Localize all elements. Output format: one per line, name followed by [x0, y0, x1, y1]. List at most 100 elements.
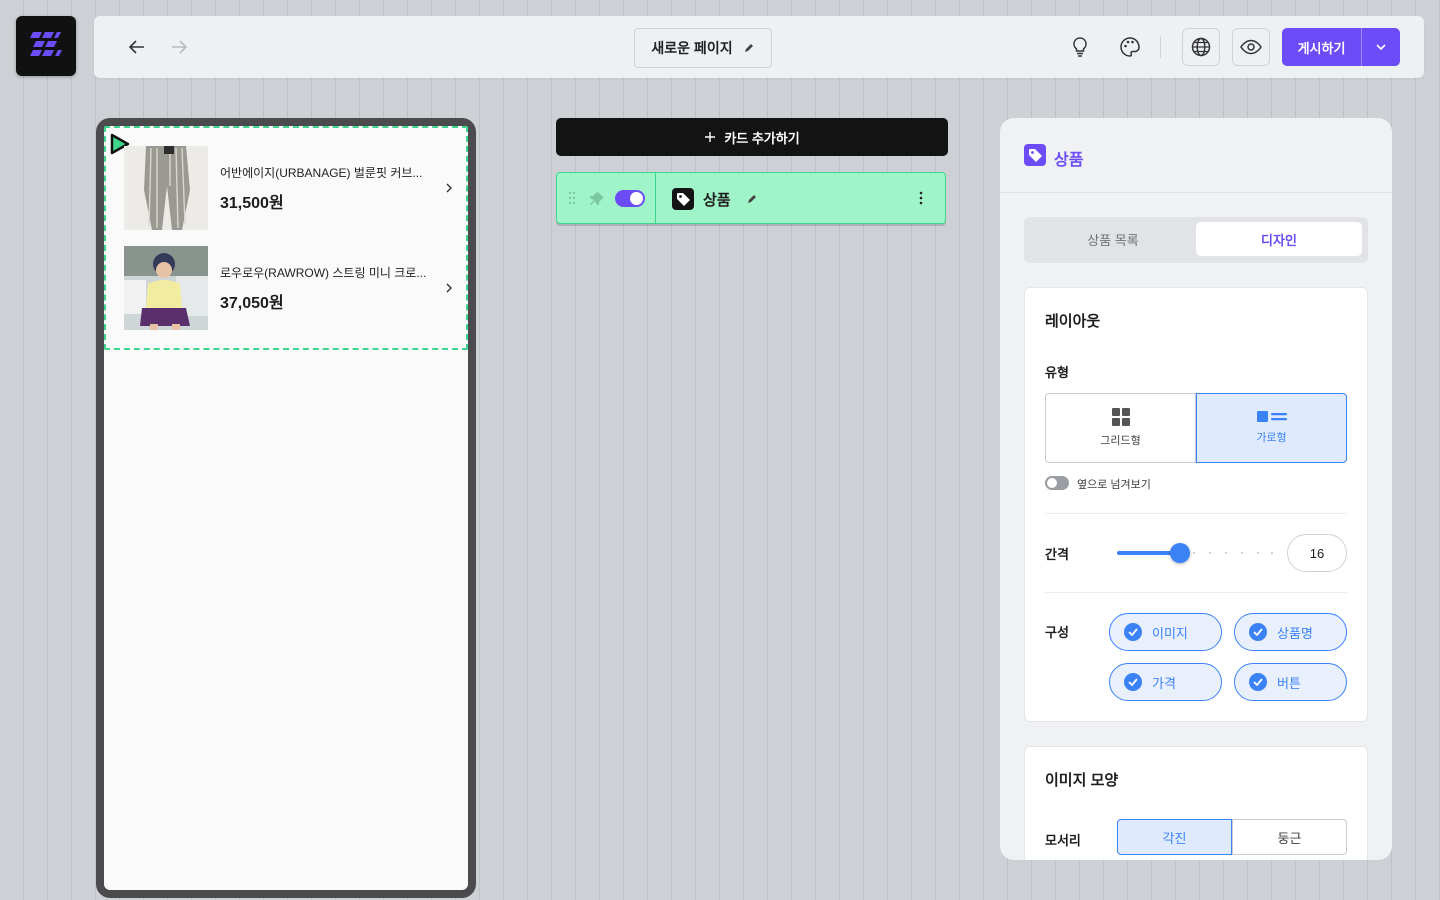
product-name: 로우로우(RAWROW) 스트링 미니 크로... — [220, 265, 427, 280]
product-image-2 — [124, 246, 208, 330]
block-visibility-toggle[interactable] — [615, 190, 645, 207]
product-photo — [124, 246, 208, 330]
pencil-icon[interactable] — [746, 193, 758, 205]
composition-label: 구성 — [1045, 625, 1069, 640]
layout-horizontal-option[interactable]: 가로형 — [1196, 393, 1347, 463]
chip-label: 이미지 — [1152, 625, 1188, 641]
toolbar-divider — [1160, 36, 1161, 58]
publish-button[interactable]: 게시하기 — [1282, 28, 1362, 66]
block-controls — [557, 173, 656, 223]
corner-square-option[interactable]: 각진 — [1117, 819, 1232, 855]
toggle-knob — [630, 192, 643, 205]
corner-round-option[interactable]: 둥근 — [1232, 819, 1347, 855]
lightbulb-icon — [1073, 37, 1087, 57]
product-photo — [124, 146, 208, 230]
hint-button[interactable] — [1063, 30, 1097, 64]
chevron-right-icon — [446, 283, 452, 293]
back-button[interactable] — [122, 32, 152, 62]
product-info-2: 로우로우(RAWROW) 스트링 미니 크로... 37,050원 — [220, 264, 432, 313]
corner-label: 모서리 — [1045, 833, 1081, 848]
preview-button[interactable] — [1232, 28, 1270, 66]
section-divider — [1045, 592, 1347, 593]
slider-tick — [1241, 552, 1243, 554]
eye-icon — [1240, 39, 1262, 55]
type-label: 유형 — [1045, 365, 1069, 380]
product-name: 어반에이지(URBANAGE) 벌룬핏 커브... — [220, 165, 423, 180]
add-card-label: 카드 추가하기 — [724, 130, 800, 146]
mobile-preview: 어반에이지(URBANAGE) 벌룬핏 커브... 31,500원 로우로우(R… — [96, 118, 476, 898]
layout-grid-option[interactable]: 그리드형 — [1045, 393, 1196, 463]
panel-tabs: 상품 목록 디자인 — [1024, 217, 1368, 263]
palette-icon — [1120, 37, 1140, 57]
image-shape-title: 이미지 모양 — [1045, 772, 1119, 789]
more-vertical-icon[interactable] — [919, 191, 923, 205]
swipe-label: 옆으로 넘겨보기 — [1077, 479, 1151, 491]
check-circle-icon — [1124, 623, 1142, 641]
block-card-products[interactable]: 상품 — [556, 172, 946, 224]
slider-tick — [1209, 552, 1211, 554]
panel-header: 상품 — [1000, 118, 1392, 193]
theme-button[interactable] — [1113, 30, 1147, 64]
forward-button[interactable] — [164, 32, 194, 62]
slider-tick — [1257, 552, 1259, 554]
toggle-knob — [1047, 478, 1057, 488]
app-logo[interactable] — [16, 16, 76, 76]
image-shape-section: 이미지 모양 모서리 각진 둥근 — [1024, 746, 1368, 860]
tag-icon — [1024, 144, 1046, 166]
tab-design[interactable]: 디자인 — [1196, 222, 1362, 256]
grid-icon — [1111, 408, 1130, 426]
panel-title: 상품 — [1054, 152, 1084, 169]
layout-horizontal-label: 가로형 — [1256, 432, 1287, 444]
pencil-icon — [744, 44, 753, 52]
product-image-1 — [124, 146, 208, 230]
check-circle-icon — [1124, 673, 1142, 691]
block-title: 상품 — [703, 192, 731, 209]
check-circle-icon — [1249, 673, 1267, 691]
plus-icon — [705, 132, 716, 142]
chip-label: 상품명 — [1277, 625, 1313, 641]
section-divider — [1045, 513, 1347, 514]
composition-price-chip[interactable]: 가격 — [1109, 663, 1222, 701]
arrow-right-icon — [172, 40, 188, 54]
chevron-right-icon — [446, 183, 452, 193]
add-card-button[interactable]: 카드 추가하기 — [556, 118, 948, 156]
publish-options-button[interactable] — [1362, 28, 1400, 66]
slider-thumb[interactable] — [1170, 543, 1190, 563]
product-info-1: 어반에이지(URBANAGE) 벌룬핏 커브... 31,500원 — [220, 164, 432, 213]
chevron-down-icon — [1376, 44, 1386, 51]
list-layout-icon — [1256, 411, 1287, 422]
page-title-button[interactable]: 새로운 페이지 — [634, 28, 772, 68]
properties-panel: 상품 상품 목록 디자인 레이아웃 유형 그리드형 가로형 옆으로 넘겨보기 간… — [1000, 118, 1392, 860]
drag-handle-icon[interactable] — [567, 191, 577, 205]
top-toolbar: 새로운 페이지 게시하기 — [94, 16, 1424, 78]
layout-title: 레이아웃 — [1045, 313, 1101, 330]
layout-section: 레이아웃 유형 그리드형 가로형 옆으로 넘겨보기 간격 16 구성 이미지 상… — [1024, 287, 1368, 722]
check-circle-icon — [1249, 623, 1267, 641]
gap-slider[interactable] — [1117, 543, 1273, 563]
chip-label: 가격 — [1152, 675, 1176, 691]
logo-icon — [30, 32, 62, 56]
pin-icon[interactable] — [589, 191, 605, 207]
globe-icon — [1191, 37, 1211, 57]
tab-product-list[interactable]: 상품 목록 — [1030, 222, 1196, 256]
composition-button-chip[interactable]: 버튼 — [1234, 663, 1347, 701]
gap-label: 간격 — [1045, 547, 1069, 562]
gap-value-input[interactable]: 16 — [1287, 534, 1347, 572]
slider-tick — [1225, 552, 1227, 554]
layout-grid-label: 그리드형 — [1100, 435, 1141, 447]
language-button[interactable] — [1182, 28, 1220, 66]
tag-icon — [672, 188, 694, 210]
composition-image-chip[interactable]: 이미지 — [1109, 613, 1222, 651]
publish-button-group: 게시하기 — [1282, 28, 1400, 66]
chip-label: 버튼 — [1277, 675, 1301, 691]
slider-tick — [1193, 552, 1195, 554]
product-price: 31,500원 — [220, 194, 284, 212]
slider-tick — [1271, 552, 1273, 554]
swipe-toggle[interactable] — [1045, 476, 1069, 490]
product-item-1[interactable]: 어반에이지(URBANAGE) 벌룬핏 커브... 31,500원 — [124, 146, 464, 230]
page-title: 새로운 페이지 — [651, 40, 733, 56]
composition-name-chip[interactable]: 상품명 — [1234, 613, 1347, 651]
product-price: 37,050원 — [220, 294, 284, 312]
arrow-left-icon — [128, 40, 144, 54]
product-item-2[interactable]: 로우로우(RAWROW) 스트링 미니 크로... 37,050원 — [124, 246, 464, 330]
